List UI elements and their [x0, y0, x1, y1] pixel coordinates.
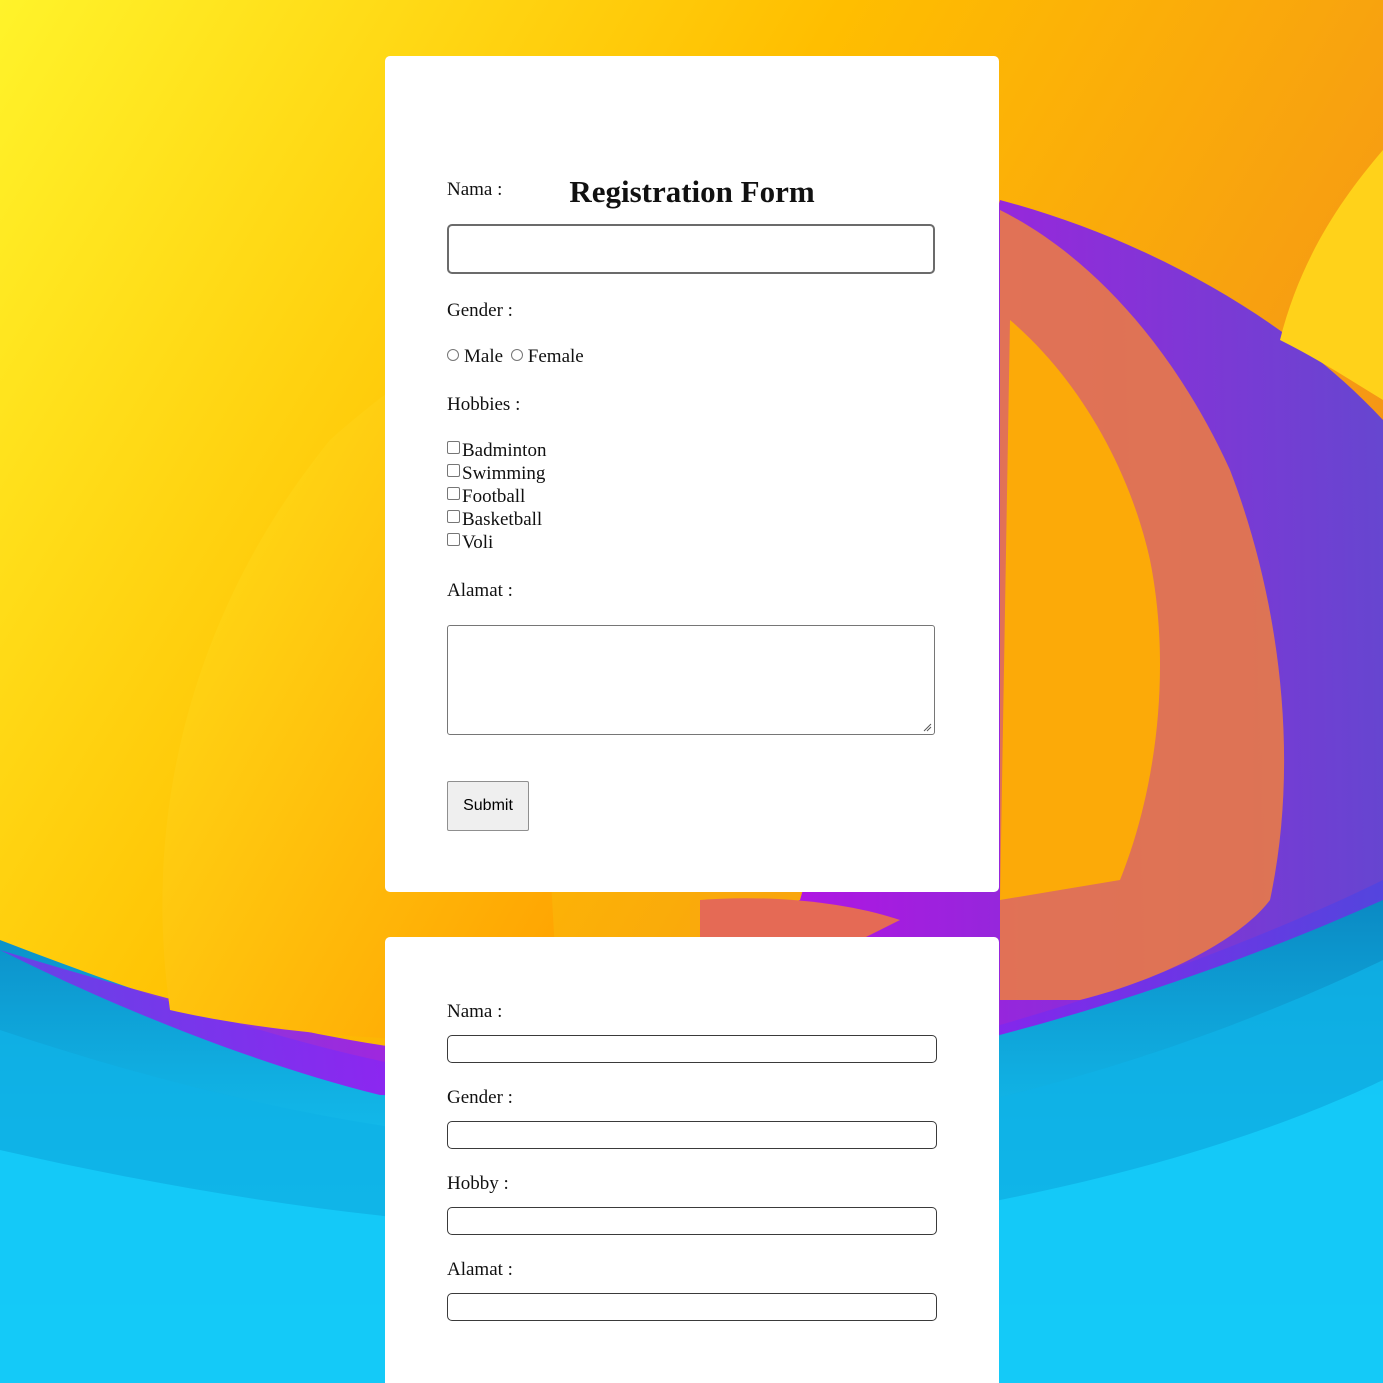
hobby-football-item[interactable]: Football	[447, 485, 546, 508]
hobbies-checkbox-group: Badminton Swimming Football Basketball V…	[447, 439, 546, 554]
basketball-label[interactable]: Basketball	[462, 509, 542, 530]
swimming-label[interactable]: Swimming	[462, 463, 545, 484]
resize-grip-icon[interactable]	[922, 722, 932, 732]
output-gender-field[interactable]	[447, 1121, 937, 1149]
output-gender-label: Gender :	[447, 1087, 513, 1108]
output-nama-label: Nama :	[447, 1001, 503, 1022]
output-card: Nama : Gender : Hobby : Alamat :	[385, 937, 999, 1383]
registration-form-card: Registration Form Nama : Gender : Male F…	[385, 56, 999, 892]
output-alamat-field[interactable]	[447, 1293, 937, 1321]
hobby-voli-item[interactable]: Voli	[447, 531, 546, 554]
football-checkbox[interactable]	[447, 487, 460, 500]
nama-input[interactable]	[447, 224, 935, 274]
football-label[interactable]: Football	[462, 486, 525, 507]
output-alamat-label: Alamat :	[447, 1259, 513, 1280]
hobby-badminton-item[interactable]: Badminton	[447, 439, 546, 462]
output-hobby-label: Hobby :	[447, 1173, 509, 1194]
submit-button[interactable]: Submit	[447, 781, 529, 831]
hobbies-label: Hobbies :	[447, 394, 521, 415]
gender-radio-group: Male Female	[447, 345, 584, 369]
alamat-textarea[interactable]	[447, 625, 935, 735]
gender-label: Gender :	[447, 300, 513, 321]
voli-checkbox[interactable]	[447, 533, 460, 546]
male-radio[interactable]	[447, 349, 459, 361]
male-radio-label[interactable]: Male	[464, 346, 503, 367]
swimming-checkbox[interactable]	[447, 464, 460, 477]
female-radio-label[interactable]: Female	[528, 346, 584, 367]
alamat-label: Alamat :	[447, 580, 513, 601]
nama-label: Nama :	[447, 179, 503, 200]
badminton-label[interactable]: Badminton	[462, 440, 546, 461]
female-radio[interactable]	[510, 349, 523, 361]
hobby-swimming-item[interactable]: Swimming	[447, 462, 546, 485]
basketball-checkbox[interactable]	[447, 510, 460, 523]
badminton-checkbox[interactable]	[447, 441, 460, 454]
voli-label[interactable]: Voli	[462, 532, 493, 553]
output-nama-field[interactable]	[447, 1035, 937, 1063]
output-hobby-field[interactable]	[447, 1207, 937, 1235]
hobby-basketball-item[interactable]: Basketball	[447, 508, 546, 531]
